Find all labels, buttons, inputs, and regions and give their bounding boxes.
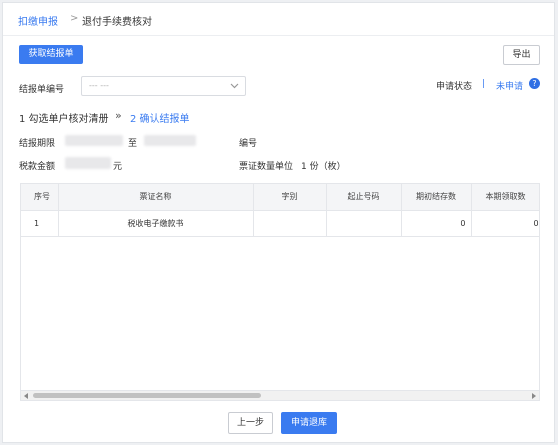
fetch-report-button[interactable]: 获取结报单: [19, 45, 83, 64]
column-header-type: 字别: [253, 184, 327, 211]
currency-label: 元: [113, 162, 123, 172]
status-value: 未申请: [496, 82, 524, 92]
column-header-range: 起止号码: [326, 184, 402, 211]
column-header-received: 本期领取数: [471, 184, 539, 211]
report-no-value: --- ---: [89, 81, 109, 90]
report-no-select[interactable]: --- ---: [81, 76, 246, 96]
export-button[interactable]: 导出: [503, 45, 540, 65]
scrollbar-thumb[interactable]: [33, 393, 261, 398]
breadcrumb-parent-link[interactable]: 扣缴申报: [18, 13, 58, 28]
period-to-label: 至: [128, 139, 138, 149]
data-table: 序号 票证名称 字别 起止号码 期初结存数 本期领取数 1 税收电子缴款书 0 …: [20, 183, 540, 401]
page-title: 退付手续费核对: [82, 17, 152, 28]
cell-name: 税收电子缴款书: [58, 210, 254, 237]
scroll-left-icon[interactable]: [24, 393, 28, 399]
period-end-redacted: [144, 135, 196, 146]
table-header-row: 序号 票证名称 字别 起止号码 期初结存数 本期领取数: [21, 184, 539, 211]
tax-amount-label: 税款金额: [19, 162, 56, 172]
column-header-seq: 序号: [21, 184, 59, 211]
header-bar: 扣缴申报 > 退付手续费核对: [3, 3, 554, 36]
status-divider: |: [482, 79, 486, 89]
breadcrumb-separator: >: [70, 13, 79, 24]
step-arrow: »: [115, 109, 122, 122]
scroll-right-icon[interactable]: [532, 393, 536, 399]
cell-opening: 0: [401, 210, 472, 237]
period-label: 结报期限: [19, 139, 56, 149]
cell-type: [253, 210, 327, 237]
chevron-down-icon: [230, 83, 239, 89]
status-label: 申请状态: [436, 82, 473, 92]
apply-refund-button[interactable]: 申请退库: [281, 412, 337, 434]
column-header-name: 票证名称: [58, 184, 254, 211]
cell-range: [326, 210, 402, 237]
cell-seq: 1: [21, 210, 59, 237]
step-2[interactable]: 2 确认结报单: [130, 110, 190, 125]
table-row[interactable]: 1 税收电子缴款书 0 0: [21, 210, 539, 237]
column-header-opening: 期初结存数: [401, 184, 472, 211]
cell-received: 0: [471, 210, 539, 237]
unit-label: 票证数量单位: [239, 162, 294, 172]
tax-amount-redacted: [65, 157, 111, 169]
main-panel: 扣缴申报 > 退付手续费核对 获取结报单 导出 结报单编号 --- --- 申请…: [2, 2, 555, 443]
help-icon[interactable]: ?: [529, 78, 540, 89]
step-1[interactable]: 1 勾选单户核对清册: [19, 110, 109, 125]
unit-value: 1 份（枚）: [301, 162, 346, 172]
number-label: 编号: [239, 139, 258, 149]
horizontal-scrollbar[interactable]: [21, 390, 539, 400]
period-start-redacted: [65, 135, 123, 146]
previous-step-button[interactable]: 上一步: [228, 412, 273, 434]
report-no-label: 结报单编号: [19, 85, 65, 95]
